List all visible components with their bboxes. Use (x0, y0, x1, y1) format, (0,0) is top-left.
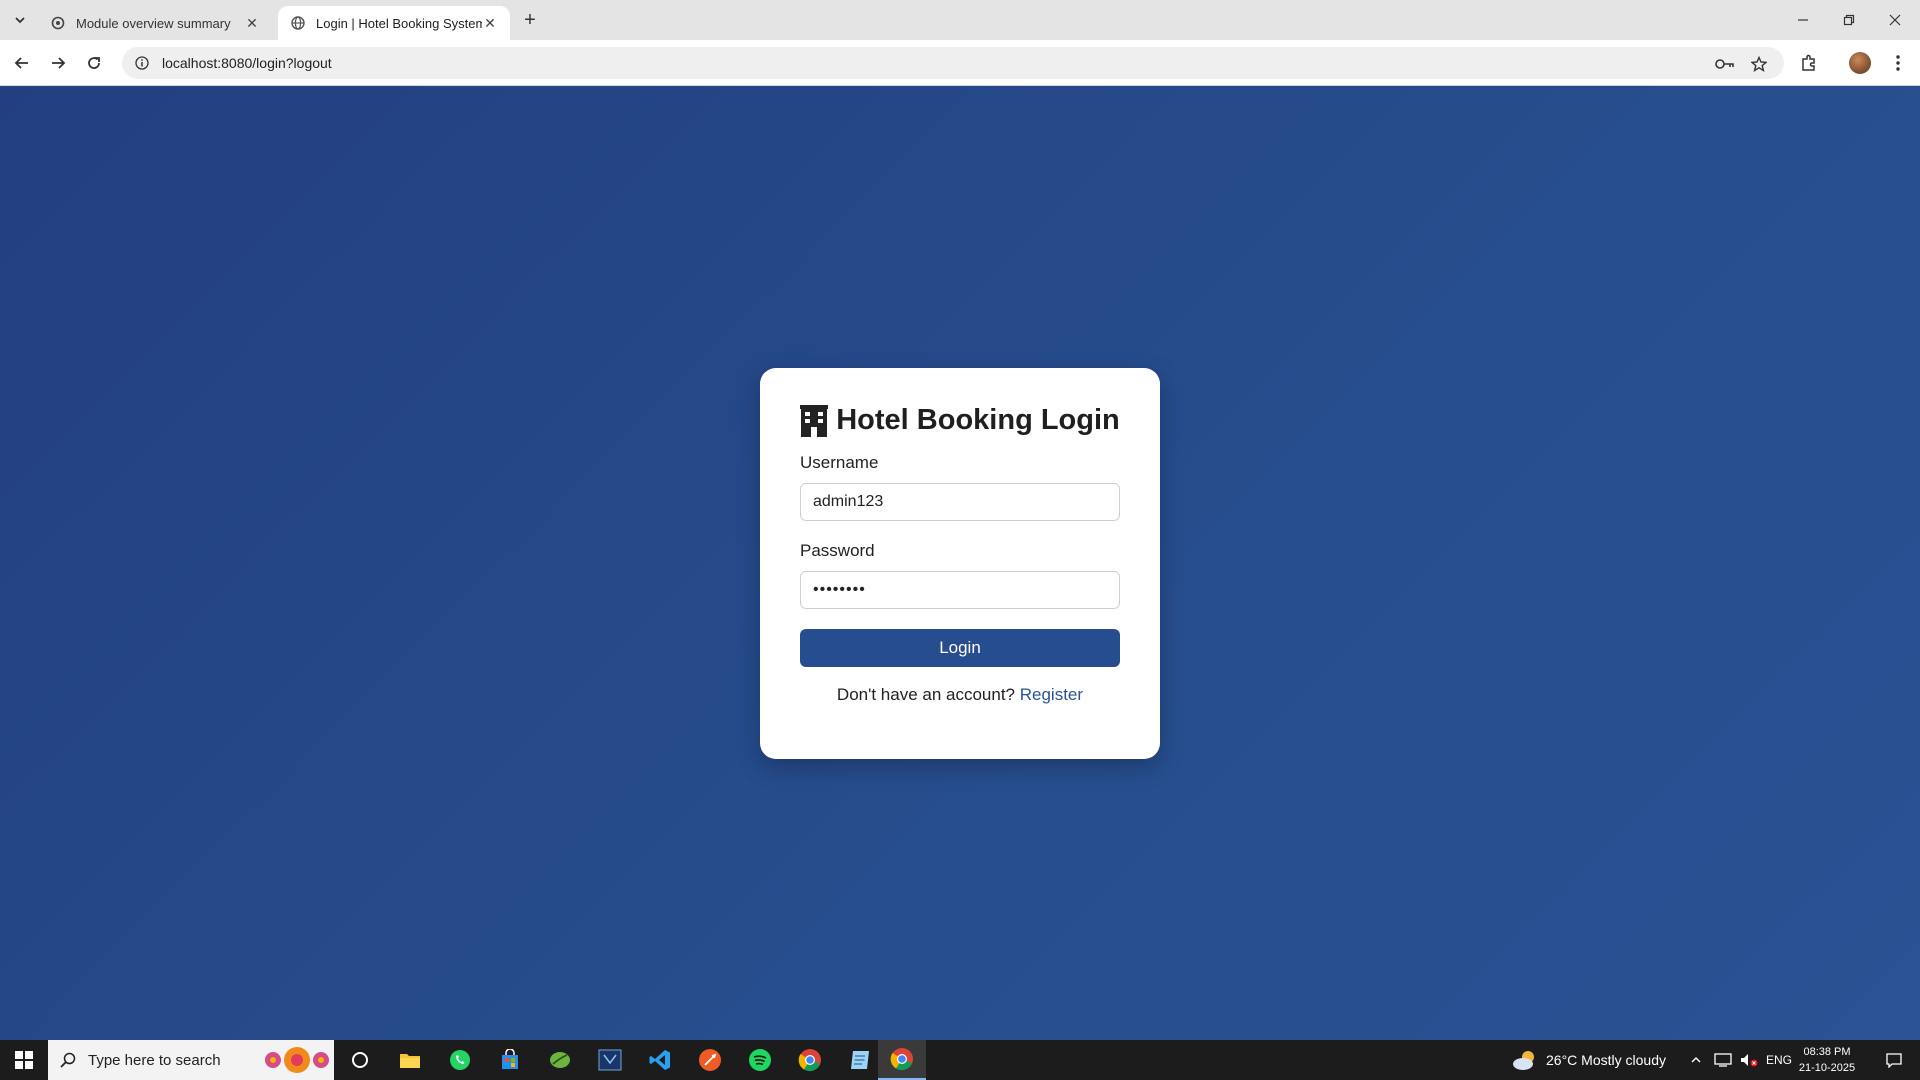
password-key-icon[interactable] (1714, 53, 1736, 75)
tab-strip: Module overview summary ✕ Login | Hotel … (0, 0, 1920, 40)
taskbar-search[interactable]: Type here to search (48, 1040, 334, 1080)
password-label: Password (800, 541, 875, 560)
clock-time: 08:38 PM (1803, 1046, 1851, 1058)
taskbar-chrome-active[interactable] (878, 1040, 926, 1080)
weather-widget[interactable]: 26°C Mostly cloudy (1512, 1040, 1666, 1080)
search-placeholder: Type here to search (88, 1051, 221, 1069)
tab-module-overview[interactable]: Module overview summary ✕ (38, 6, 272, 40)
taskbar-clock[interactable]: 08:38 PM 21-10-2025 (1788, 1042, 1866, 1078)
profile-button[interactable] (1846, 49, 1874, 77)
page-background: Hotel Booking Login Username admin123 Pa… (0, 87, 1920, 1040)
browser-toolbar: localhost:8080/login?logout (0, 40, 1920, 86)
username-input[interactable]: admin123 (800, 483, 1120, 521)
notepad-icon (851, 1051, 869, 1069)
weather-text: 26°C Mostly cloudy (1546, 1052, 1666, 1068)
tab-title: Login | Hotel Booking System (316, 15, 482, 31)
restore-button[interactable] (1826, 0, 1872, 40)
show-hidden-icons-button[interactable] (1690, 1040, 1702, 1080)
task-view-button[interactable] (336, 1040, 384, 1080)
login-card: Hotel Booking Login Username admin123 Pa… (760, 368, 1160, 759)
network-tray[interactable] (1714, 1040, 1732, 1080)
close-window-button[interactable] (1872, 0, 1918, 40)
login-title-text: Hotel Booking Login (836, 404, 1120, 436)
login-button[interactable]: Login (800, 629, 1120, 667)
cloudy-weather-icon (1513, 1051, 1534, 1070)
volume-tray[interactable] (1740, 1040, 1758, 1080)
vscode-icon (649, 1050, 670, 1070)
forward-button[interactable] (44, 49, 72, 77)
network-icon (1714, 1053, 1732, 1067)
url-text: localhost:8080/login?logout (162, 55, 332, 71)
chrome-icon (890, 1048, 913, 1071)
openai-icon (50, 15, 66, 31)
restore-icon (1843, 14, 1855, 26)
puzzle-icon (1802, 54, 1815, 71)
taskbar-file-explorer[interactable] (386, 1040, 434, 1080)
hotel-building-icon (800, 404, 829, 437)
spotify-icon (749, 1049, 771, 1071)
taskbar-notepad[interactable] (836, 1040, 884, 1080)
folder-icon (400, 1054, 420, 1068)
taskbar: Type here to search 26°C Mostly cloudy E… (0, 1040, 1920, 1080)
site-info-icon[interactable] (134, 55, 150, 71)
whatsapp-icon (450, 1050, 470, 1070)
minimize-icon (1798, 19, 1808, 21)
extensions-button[interactable] (1795, 49, 1823, 77)
address-bar[interactable]: localhost:8080/login?logout (122, 47, 1784, 79)
taskbar-store[interactable] (486, 1040, 534, 1080)
taskbar-chrome[interactable] (786, 1040, 834, 1080)
register-line: Don't have an account? Register (800, 685, 1120, 705)
new-tab-button[interactable]: + (518, 8, 542, 32)
tab-search-button[interactable] (8, 8, 32, 32)
reload-icon (88, 57, 100, 69)
taskbar-whatsapp[interactable] (436, 1040, 484, 1080)
cortana-circle-icon (352, 1052, 368, 1068)
login-title: Hotel Booking Login (800, 404, 1120, 437)
username-label: Username (800, 453, 879, 472)
tab-title: Module overview summary (76, 15, 231, 31)
register-link[interactable]: Register (1020, 685, 1083, 704)
password-input[interactable]: •••••••• (800, 571, 1120, 609)
start-button[interactable] (0, 1040, 48, 1080)
store-bag-icon (502, 1049, 518, 1069)
bookmark-star-icon[interactable] (1748, 53, 1770, 75)
leaf-icon (550, 1052, 570, 1068)
search-icon (60, 1052, 76, 1068)
taskbar-spotify[interactable] (736, 1040, 784, 1080)
taskbar-spring-tool[interactable] (536, 1040, 584, 1080)
chevron-up-icon (1691, 1057, 1701, 1063)
chevron-down-icon (15, 17, 25, 24)
kebab-menu-icon (1896, 55, 1900, 71)
register-prompt: Don't have an account? (836, 685, 1016, 704)
close-icon[interactable]: ✕ (244, 15, 260, 31)
windows-logo-icon (15, 1051, 33, 1069)
close-icon (1889, 14, 1901, 26)
volume-muted-icon (1741, 1054, 1758, 1067)
globe-icon (290, 15, 306, 31)
avatar (1849, 52, 1871, 74)
taskbar-postman[interactable] (686, 1040, 734, 1080)
tab-login[interactable]: Login | Hotel Booking System ✕ (278, 6, 510, 40)
taskbar-vscode[interactable] (636, 1040, 684, 1080)
arrow-right-icon (52, 57, 66, 69)
arrow-left-icon (14, 57, 28, 69)
search-highlight-icon (260, 1043, 334, 1077)
menu-button[interactable] (1884, 49, 1912, 77)
reload-button[interactable] (80, 49, 108, 77)
back-button[interactable] (8, 49, 36, 77)
postman-icon (699, 1049, 721, 1071)
chrome-icon (798, 1049, 821, 1072)
ide-icon (598, 1049, 622, 1071)
notification-icon (1886, 1053, 1902, 1068)
action-center-button[interactable] (1876, 1040, 1912, 1080)
clock-date: 21-10-2025 (1798, 1062, 1856, 1074)
minimize-button[interactable] (1780, 0, 1826, 40)
taskbar-ide[interactable] (586, 1040, 634, 1080)
close-icon[interactable]: ✕ (482, 15, 498, 31)
